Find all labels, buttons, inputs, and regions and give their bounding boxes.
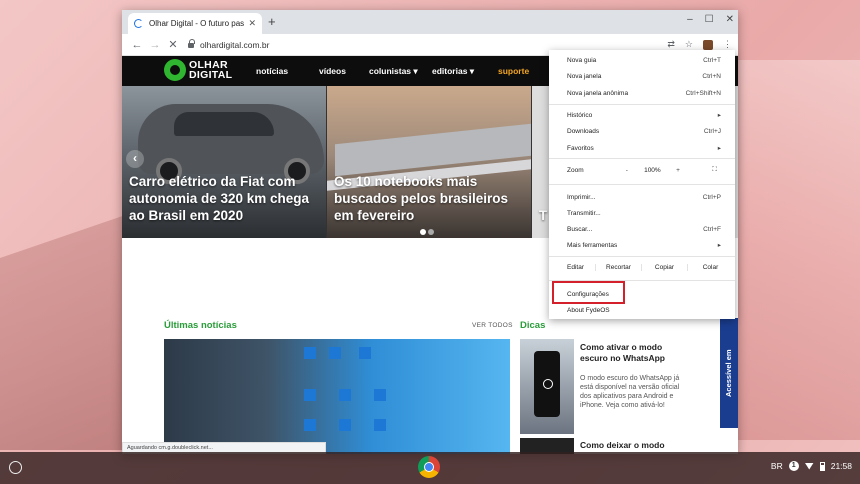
cut-button[interactable]: Recortar: [595, 264, 641, 271]
edit-row: Editar Recortar Copiar Colar: [549, 264, 735, 271]
wallpaper-shape: [0, 210, 140, 450]
zoom-in-button[interactable]: +: [666, 167, 691, 174]
menu-item-about[interactable]: About FydeOS: [567, 304, 721, 316]
bookmark-star-icon[interactable]: ☆: [685, 39, 693, 50]
phone-image: [534, 351, 560, 417]
settings-highlight-box: [552, 281, 625, 304]
system-shelf: BR 1 21:58: [0, 452, 860, 484]
carousel-prev-arrow-icon[interactable]: ‹: [126, 150, 144, 168]
logo-icon: [164, 59, 186, 81]
nav-suporte[interactable]: suporte: [498, 66, 529, 76]
accessibility-tab[interactable]: Acessível em: [720, 318, 738, 428]
status-tray[interactable]: BR 1 21:58: [771, 461, 852, 471]
carousel-dot[interactable]: [420, 229, 426, 235]
menu-item-more-tools[interactable]: Mais ferramentas ▸: [567, 239, 721, 251]
zoom-value: 100%: [644, 166, 661, 174]
news-image[interactable]: [164, 339, 510, 454]
article-thumbnail[interactable]: [520, 339, 574, 434]
maximize-button[interactable]: ☐: [705, 14, 714, 25]
paste-button[interactable]: Colar: [687, 264, 733, 271]
translate-icon[interactable]: ⇄: [667, 39, 675, 50]
nav-colunistas[interactable]: colunistas ▾: [369, 66, 418, 77]
tab-title: Olhar Digital - O futuro passa pri: [149, 19, 245, 28]
browser-menu: Nova guia Ctrl+T Nova janela Ctrl+N Nova j…: [549, 50, 735, 319]
menu-item-incognito[interactable]: Nova janela anônima Ctrl+Shift+N: [567, 87, 721, 99]
car-image: [138, 104, 324, 184]
carousel-dots: [420, 229, 434, 235]
menu-item-history[interactable]: Histórico ▸: [567, 109, 721, 121]
stop-button[interactable]: ✕: [164, 38, 182, 51]
slide-headline: Carro elétrico da Fiat com autonomia de …: [129, 174, 310, 223]
tips-title: Dicas: [520, 320, 546, 331]
nav-editorias[interactable]: editorias ▾: [432, 66, 474, 77]
menu-item-find[interactable]: Buscar... Ctrl+F: [567, 223, 721, 235]
notification-count: 1: [788, 461, 799, 471]
zoom-label: Zoom: [567, 166, 584, 174]
chrome-app-icon[interactable]: [418, 456, 440, 478]
forward-button[interactable]: →: [146, 39, 164, 51]
menu-item-print[interactable]: Imprimir... Ctrl+P: [567, 191, 721, 203]
slide-headline: Os 10 notebooks mais buscados pelos bras…: [334, 174, 509, 223]
loading-spinner-icon: [134, 19, 143, 28]
back-button[interactable]: ←: [128, 39, 146, 51]
article-summary: O modo escuro do WhatsApp já está dispon…: [580, 375, 680, 409]
logo-text: OLHAR DIGITAL: [189, 59, 233, 81]
latest-news-title: Últimas notícias: [164, 320, 237, 331]
wallpaper-shape: [730, 60, 860, 440]
site-logo[interactable]: OLHAR DIGITAL: [164, 59, 232, 81]
menu-divider: [549, 104, 735, 105]
wifi-icon: [804, 462, 814, 470]
zoom-out-button[interactable]: -: [614, 167, 639, 174]
launcher-icon[interactable]: [9, 461, 22, 474]
see-all-link[interactable]: VER TODOS: [472, 322, 513, 329]
url-text: olhardigital.com.br: [200, 39, 270, 50]
carousel-slide[interactable]: Carro elétrico da Fiat com autonomia de …: [122, 86, 326, 238]
edit-label: Editar: [567, 264, 584, 271]
menu-item-bookmarks[interactable]: Favoritos ▸: [567, 142, 721, 154]
browser-tab[interactable]: Olhar Digital - O futuro passa pri ✕: [128, 13, 262, 34]
menu-divider: [549, 158, 735, 159]
lock-icon: [188, 39, 195, 48]
nav-noticias[interactable]: notícias: [256, 66, 288, 76]
menu-item-downloads[interactable]: Downloads Ctrl+J: [567, 125, 721, 137]
window-controls: – ☐ ✕: [687, 14, 734, 25]
new-tab-button[interactable]: +: [268, 14, 276, 29]
battery-icon: [819, 461, 825, 471]
carousel-dot[interactable]: [428, 229, 434, 235]
tab-close-icon[interactable]: ✕: [248, 18, 256, 29]
keyboard-layout: BR: [770, 461, 783, 471]
zoom-row: Zoom - 100% + ⛶: [567, 166, 727, 174]
extension-icon[interactable]: [703, 39, 713, 50]
menu-button[interactable]: ⋮: [723, 39, 732, 50]
menu-item-cast[interactable]: Transmitir...: [567, 207, 721, 219]
article-headline[interactable]: Como ativar o modo escuro no WhatsApp: [580, 342, 690, 363]
fullscreen-icon[interactable]: ⛶: [702, 166, 727, 174]
tab-strip: Olhar Digital - O futuro passa pri ✕ + –…: [122, 10, 738, 34]
menu-divider: [549, 184, 735, 185]
menu-divider: [549, 256, 735, 257]
menu-item-new-window[interactable]: Nova janela Ctrl+N: [567, 70, 721, 82]
nav-videos[interactable]: vídeos: [319, 66, 346, 76]
close-window-button[interactable]: ✕: [726, 14, 734, 25]
article-headline[interactable]: Como deixar o modo: [580, 440, 690, 450]
toolbar-actions: ⇄ ☆ ⋮: [667, 39, 732, 50]
minimize-button[interactable]: –: [687, 14, 693, 25]
copy-button[interactable]: Copiar: [641, 264, 687, 271]
clock: 21:58: [830, 461, 852, 471]
carousel-slide[interactable]: Os 10 notebooks mais buscados pelos bras…: [327, 86, 531, 238]
menu-item-new-tab[interactable]: Nova guia Ctrl+T: [567, 54, 721, 66]
